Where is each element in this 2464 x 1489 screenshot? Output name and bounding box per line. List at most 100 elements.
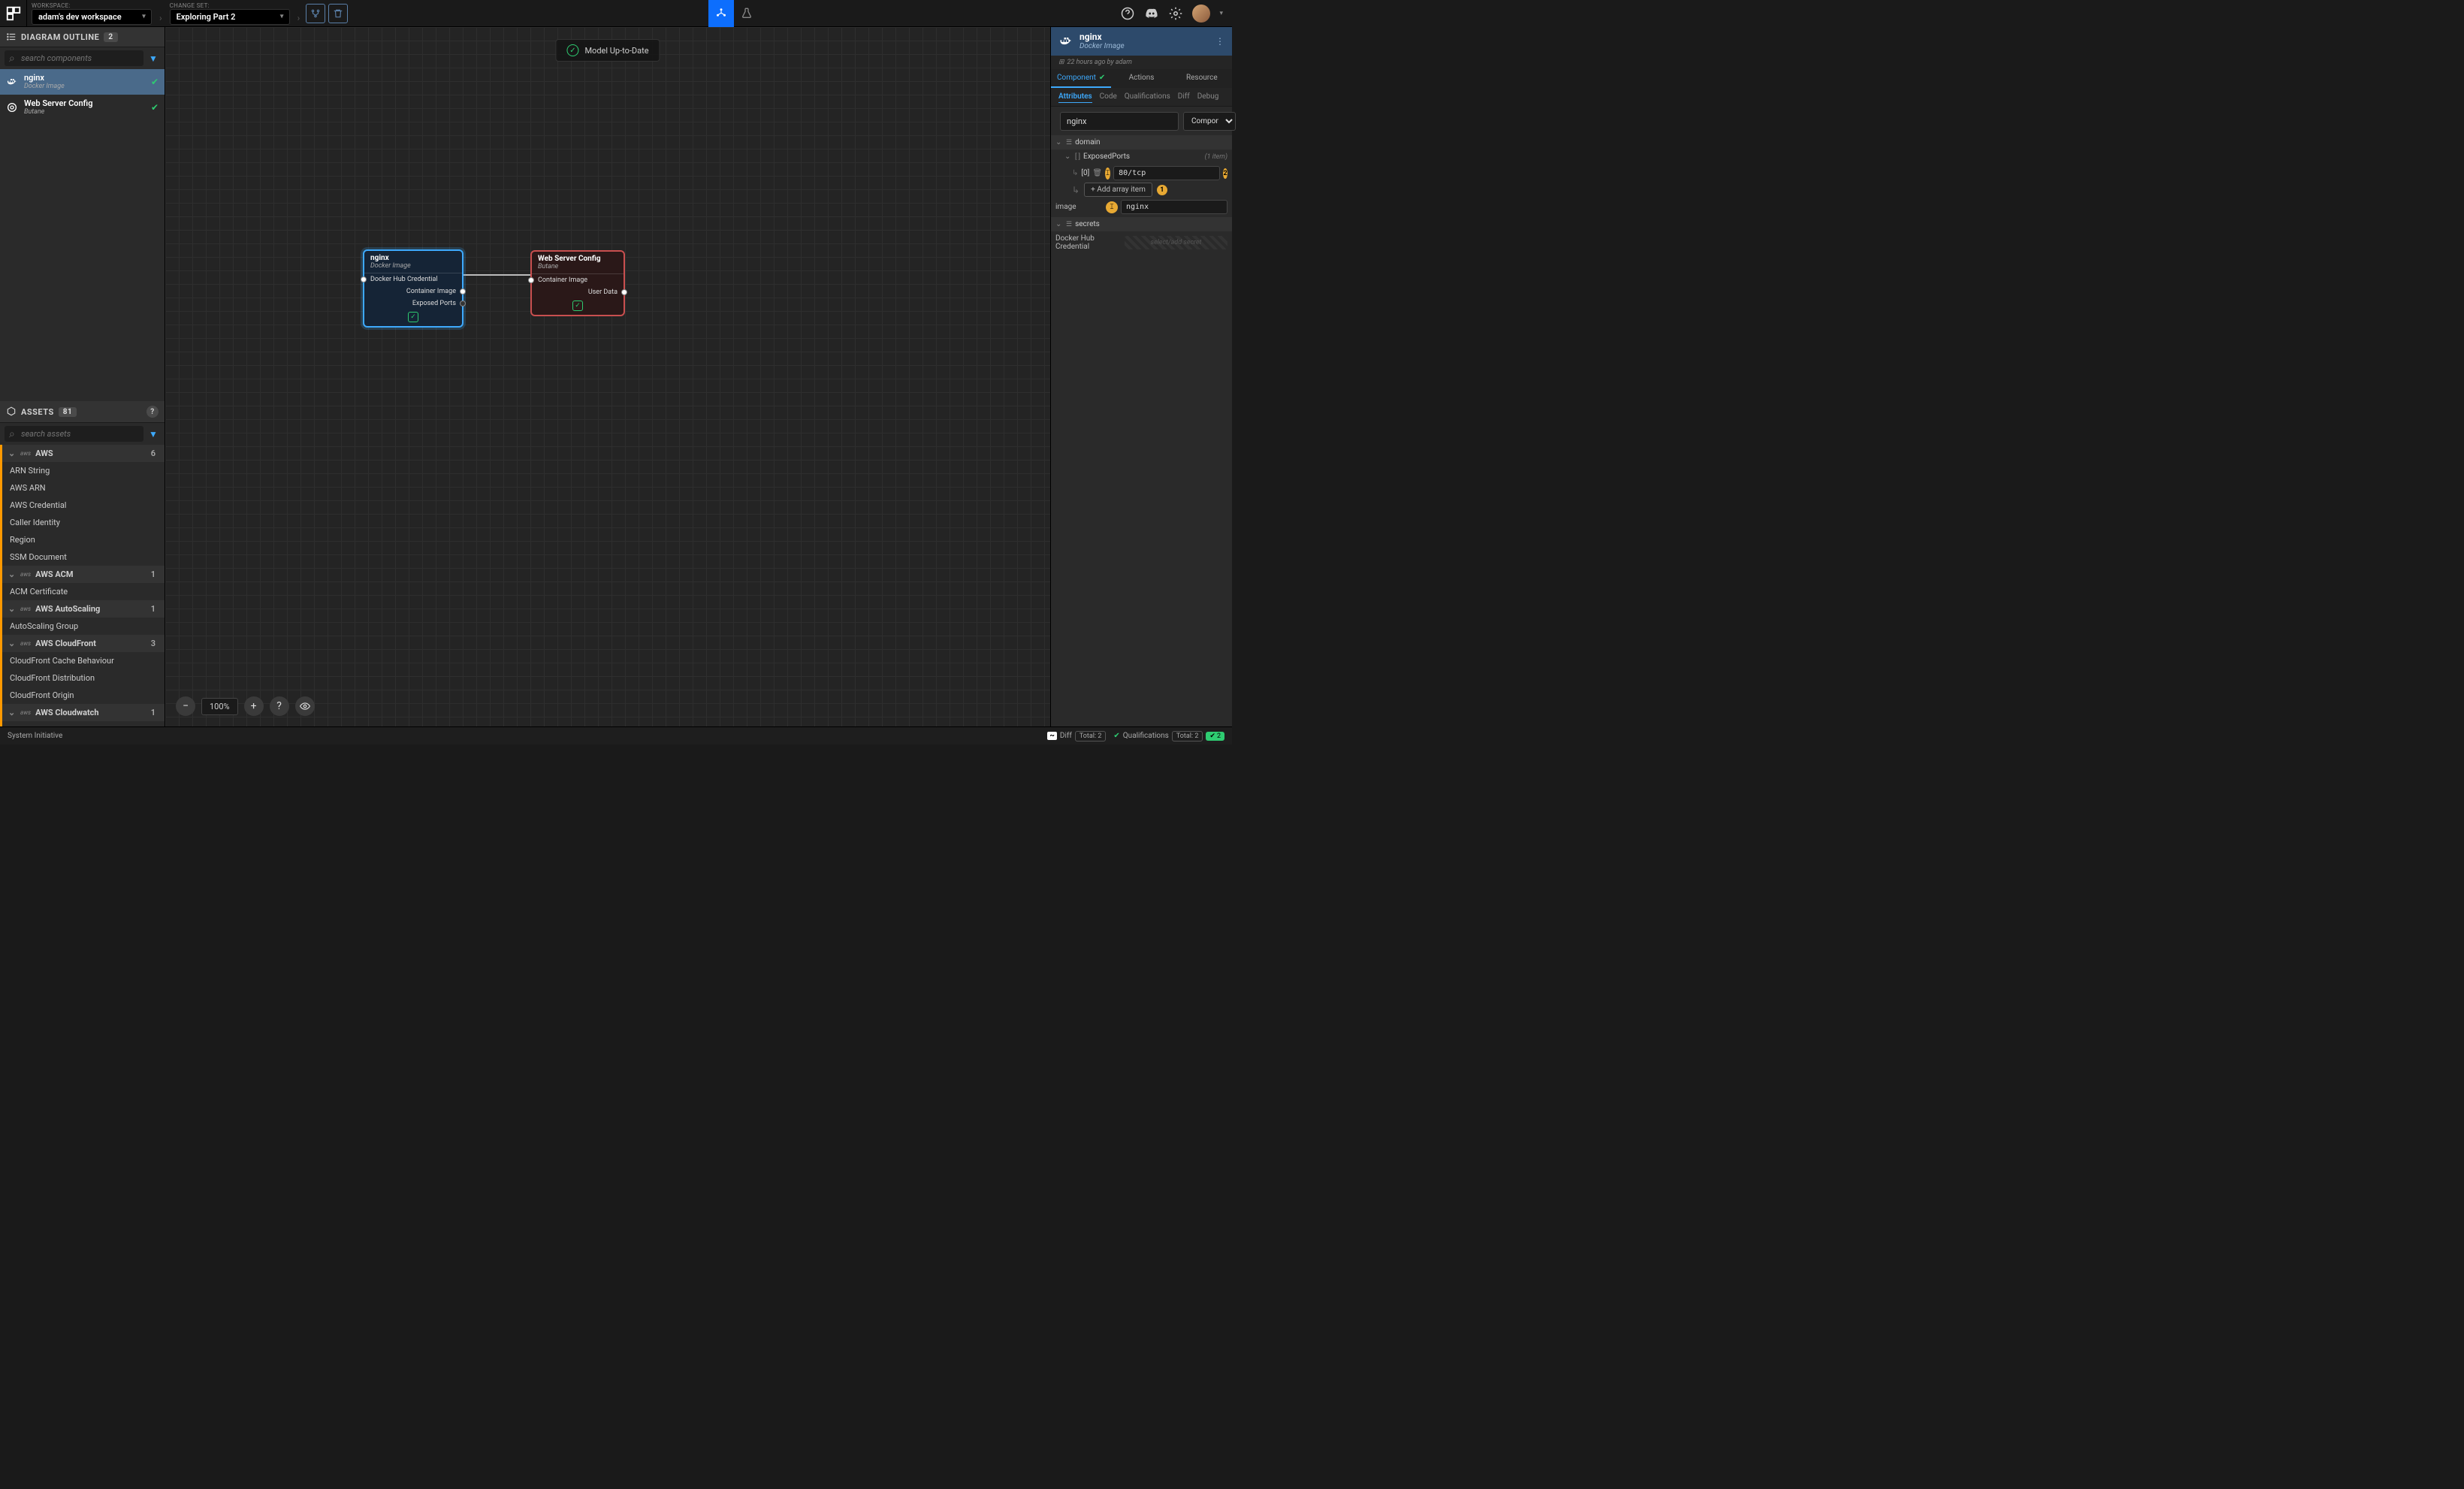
help-button[interactable]: ? [270,696,289,716]
tab-resource[interactable]: Resource [1172,69,1232,88]
changeset-select[interactable]: Exploring Part 2 [170,9,290,25]
output-port[interactable] [460,288,466,294]
lab-mode-button[interactable] [734,0,759,27]
asset-item[interactable]: Caller Identity [0,514,165,531]
zoom-in-button[interactable]: + [244,696,264,716]
input-port[interactable] [528,277,534,283]
hexagon-icon [6,406,17,417]
asset-category[interactable]: ⌄awsAWS6 [0,445,165,462]
badge-1: 1 [1157,185,1167,195]
merge-button[interactable] [306,4,325,23]
check-icon: ✓ [408,312,418,322]
more-icon[interactable]: ⋮ [1215,36,1224,47]
delete-button[interactable] [328,4,348,23]
asset-item[interactable]: AutoScaling Group [0,618,165,635]
subtab-code[interactable]: Code [1100,91,1117,103]
gear-icon[interactable] [1168,6,1183,21]
asset-item[interactable]: SSM Document [0,548,165,566]
asset-item[interactable]: ACM Certificate [0,583,165,600]
tab-actions[interactable]: Actions [1111,69,1171,88]
diagram-outline-header: DIAGRAM OUTLINE 2 [0,27,165,47]
domain-section[interactable]: ⌄☰domain [1051,135,1232,150]
subtab-qualifications[interactable]: Qualifications [1125,91,1170,103]
assets-search-input[interactable] [5,426,143,442]
workspace-select[interactable]: adam's dev workspace [32,9,152,25]
outline-search-input[interactable] [5,50,143,66]
asset-category[interactable]: ⌄awsAWS AutoScaling1 [0,600,165,618]
inspector-header: nginxDocker Image ⋮ [1051,27,1232,56]
output-port[interactable] [621,289,627,295]
node-nginx[interactable]: nginxDocker Image Docker Hub Credential … [363,249,464,328]
credential-label: Docker Hub Credential [1055,234,1120,251]
asset-item[interactable]: AWS ARN [0,479,165,497]
filter-icon[interactable]: ▼ [146,429,160,439]
asset-item[interactable]: Region [0,531,165,548]
outline-count-badge: 2 [104,32,117,42]
help-icon[interactable]: ? [146,406,159,418]
outline-item-nginx[interactable]: nginxDocker Image ✔ [0,69,165,95]
asset-category[interactable]: ⌄awsAWS ACM1 [0,566,165,583]
asset-category[interactable]: ⌄awsAWS Cloudwatch1 [0,704,165,721]
qualifications-status[interactable]: ✔ Qualifications Total: 2 ✔2 [1113,731,1224,741]
output-port[interactable] [460,301,466,307]
chevron-down-icon[interactable]: ▾ [1219,10,1223,17]
chevron-down-icon[interactable]: ⌄ [1055,220,1063,228]
subtab-diff[interactable]: Diff [1178,91,1190,103]
discord-icon[interactable] [1144,6,1159,21]
tilde-icon: ~ [1047,732,1056,740]
cursor-icon[interactable]: 𝙸 [1106,201,1118,213]
zoom-level: 100% [201,698,238,715]
arrow-icon: ↳ [1072,185,1080,195]
object-icon: ☰ [1066,221,1072,228]
filter-icon[interactable]: ▼ [146,53,160,64]
subtab-debug[interactable]: Debug [1197,91,1219,103]
assets-title: ASSETS [21,407,54,417]
secret-placeholder[interactable]: select/add secret [1125,236,1227,249]
secrets-section[interactable]: ⌄☰secrets [1051,217,1232,231]
canvas[interactable]: ✓ Model Up-to-Date nginxDocker Image Doc… [165,27,1050,726]
chevron-down-icon[interactable]: ⌄ [1055,138,1063,146]
exposed-ports-section[interactable]: ⌄[ ]ExposedPorts(1 item) [1051,150,1232,164]
chevron-down-icon[interactable]: ⌄ [1064,153,1072,161]
outline-item-web-server-config[interactable]: Web Server ConfigButane ✔ [0,95,165,120]
component-name-input[interactable] [1060,112,1179,131]
inspector-meta: ⊞22 hours ago by adam [1051,56,1232,69]
asset-item[interactable]: Log Group [0,721,165,726]
model-mode-button[interactable] [708,0,734,27]
asset-item[interactable]: CloudFront Cache Behaviour [0,652,165,669]
chevron-right-icon: › [294,13,303,23]
input-port[interactable] [361,276,367,282]
add-array-item-button[interactable]: + Add array item [1084,183,1152,197]
badge-2: 2 [1223,168,1227,179]
arrow-icon: ↳ [1072,169,1078,177]
check-icon: ✔ [151,102,159,113]
subtab-attributes[interactable]: Attributes [1058,91,1092,103]
component-type-select[interactable]: Compon... [1183,112,1236,131]
plus-icon: ⊞ [1058,59,1064,66]
assets-count-badge: 81 [59,407,77,417]
diff-status[interactable]: ~ Diff Total: 2 [1047,731,1106,741]
asset-category[interactable]: ⌄awsAWS CloudFront3 [0,635,165,652]
port-value-input[interactable] [1113,166,1220,180]
node-web-server-config[interactable]: Web Server ConfigButane Container Image … [530,250,625,316]
help-icon[interactable] [1120,6,1135,21]
image-label: image [1055,203,1101,211]
trash-icon[interactable]: 🗑 [1092,168,1102,180]
array-icon: [ ] [1075,153,1080,161]
asset-item[interactable]: CloudFront Origin [0,687,165,704]
app-logo[interactable] [0,0,27,27]
asset-item[interactable]: AWS Credential [0,497,165,514]
image-value-input[interactable] [1121,200,1227,214]
asset-item[interactable]: ARN String [0,462,165,479]
cursor-icon[interactable]: 𝙸 [1105,168,1110,180]
eye-button[interactable] [295,696,315,716]
tab-component[interactable]: Component✔ [1051,69,1111,88]
user-avatar[interactable] [1192,5,1210,23]
zoom-out-button[interactable]: − [176,696,195,716]
app-name: System Initiative [8,732,62,740]
asset-item[interactable]: CloudFront Distribution [0,669,165,687]
chevron-right-icon: › [156,13,165,23]
bottom-bar: System Initiative ~ Diff Total: 2 ✔ Qual… [0,726,1232,744]
canvas-grid [165,27,1050,726]
docker-icon [1058,34,1073,49]
